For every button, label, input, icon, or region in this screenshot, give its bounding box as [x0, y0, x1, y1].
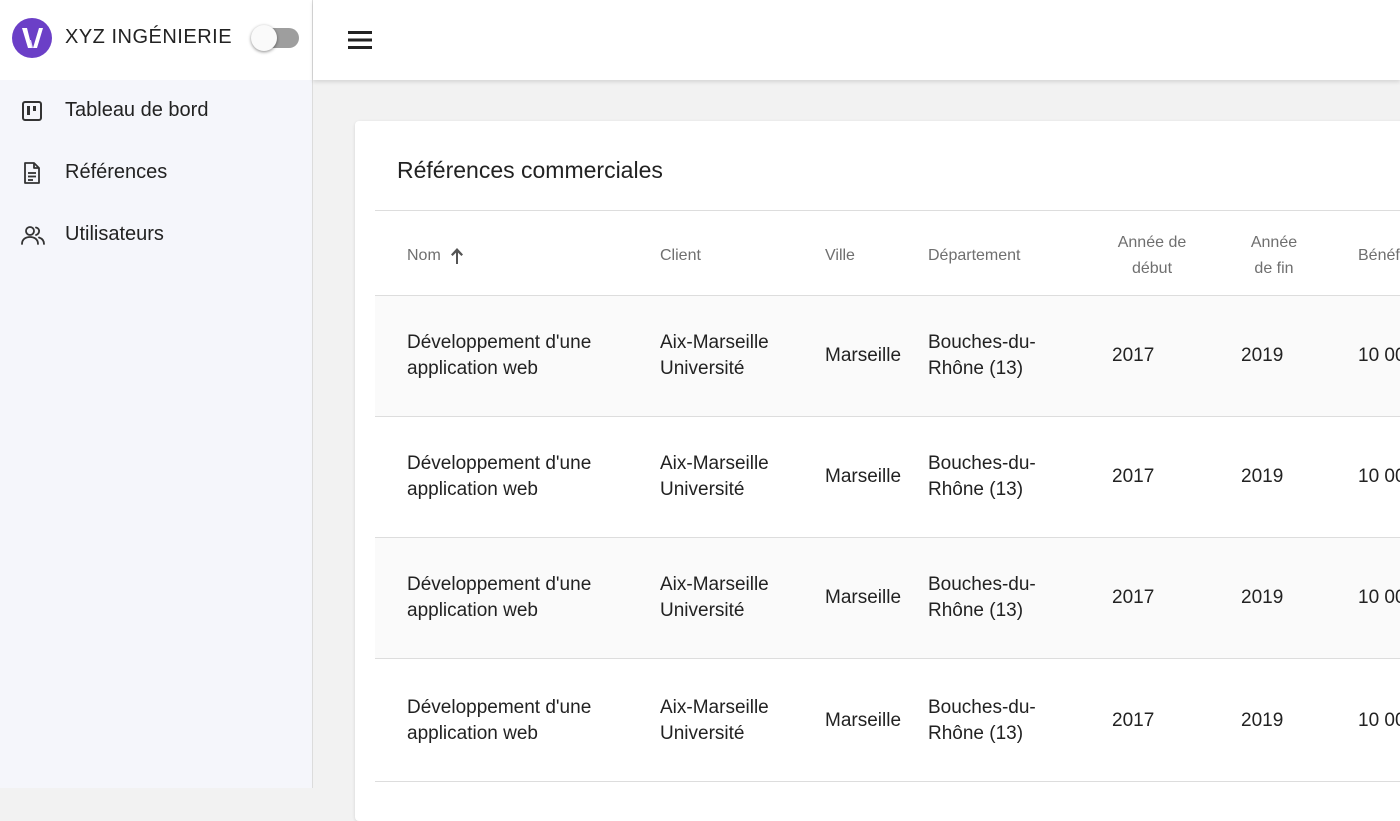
cell-line: application web: [407, 479, 538, 500]
cell-line: application web: [407, 723, 538, 744]
column-header-label: Nom: [407, 247, 441, 264]
cell-line: Université: [660, 358, 745, 379]
cell-line: Université: [660, 479, 745, 500]
column-header-annee-debut[interactable]: Année de début: [1105, 230, 1199, 282]
cell-annee-fin: 2019: [1241, 710, 1284, 731]
cell-annee-fin: 2019: [1241, 345, 1284, 366]
cell-annee-debut: 2017: [1112, 710, 1155, 731]
sidebar-item-label: Utilisateurs: [65, 223, 164, 245]
arrow-up-icon: [450, 247, 464, 265]
cell-line: Bouches-du-: [928, 453, 1036, 474]
cell-ville: Marseille: [825, 466, 902, 487]
cell-line: Bouches-du-: [928, 574, 1036, 595]
cell-departement: Bouches-du- Rhône (13): [928, 695, 1036, 747]
cell-line: Rhône (13): [928, 358, 1024, 379]
column-header-annee-fin[interactable]: Année de fin: [1235, 230, 1313, 282]
table-header: Nom Client Ville Département Année de dé…: [375, 210, 1400, 296]
column-header-label: début: [1131, 260, 1173, 277]
cell-annee-debut: 2017: [1112, 587, 1155, 608]
cell-line: Rhône (13): [928, 600, 1024, 621]
cell-benefice: 10 00: [1358, 587, 1400, 608]
cell-departement: Bouches-du- Rhône (13): [928, 451, 1036, 503]
brand-header: XYZ INGÉNIERIE: [0, 0, 312, 80]
cell-nom: Développement d'une application web: [407, 451, 591, 503]
hamburger-menu-icon[interactable]: [346, 28, 374, 52]
users-icon: [20, 223, 45, 247]
sidebar-item-label: Tableau de bord: [65, 99, 209, 121]
dashboard-icon: [20, 99, 44, 123]
table-row[interactable]: Développement d'une application web Aix-…: [375, 417, 1400, 538]
cell-line: Rhône (13): [928, 479, 1024, 500]
cell-line: Développement d'une: [407, 332, 592, 353]
cell-ville: Marseille: [825, 345, 902, 366]
sidebar-item-utilisateurs[interactable]: Utilisateurs: [0, 204, 312, 266]
cell-annee-fin: 2019: [1241, 466, 1284, 487]
cell-line: application web: [407, 600, 538, 621]
sidebar-item-references[interactable]: Références: [0, 142, 312, 204]
cell-line: Université: [660, 723, 745, 744]
column-header-client[interactable]: Client: [660, 243, 701, 269]
topbar: [313, 0, 1400, 80]
cell-line: Développement d'une: [407, 574, 592, 595]
column-header-label: de fin: [1254, 260, 1294, 277]
column-header-benefice[interactable]: Bénéf: [1358, 243, 1400, 269]
cell-benefice: 10 00: [1358, 345, 1400, 366]
cell-line: application web: [407, 358, 538, 379]
column-header-nom[interactable]: Nom: [407, 243, 464, 269]
card-title: Références commerciales: [397, 157, 663, 183]
table-row[interactable]: Développement d'une application web Aix-…: [375, 538, 1400, 659]
logo-v-icon: [12, 18, 52, 58]
brand-name: XYZ INGÉNIERIE: [65, 26, 233, 48]
cell-line: Aix-Marseille: [660, 332, 769, 353]
sidebar-item-tableau-de-bord[interactable]: Tableau de bord: [0, 80, 312, 142]
cell-line: Développement d'une: [407, 697, 592, 718]
cell-benefice: 10 00: [1358, 710, 1400, 731]
document-icon: [20, 161, 44, 185]
sidebar: XYZ INGÉNIERIE Tableau de bord Référence…: [0, 0, 313, 788]
cell-benefice: 10 00: [1358, 466, 1400, 487]
table-row[interactable]: Développement d'une application web Aix-…: [375, 659, 1400, 782]
cell-line: Aix-Marseille: [660, 574, 769, 595]
cell-line: Développement d'une: [407, 453, 592, 474]
cell-ville: Marseille: [825, 587, 902, 608]
cell-annee-debut: 2017: [1112, 466, 1155, 487]
cell-ville: Marseille: [825, 710, 902, 731]
cell-client: Aix-Marseille Université: [660, 572, 769, 624]
cell-line: Rhône (13): [928, 723, 1024, 744]
sidebar-nav: Tableau de bord Références Utilisateurs: [0, 80, 312, 266]
cell-departement: Bouches-du- Rhône (13): [928, 572, 1036, 624]
column-header-departement[interactable]: Département: [928, 243, 1021, 269]
cell-annee-debut: 2017: [1112, 345, 1155, 366]
cell-line: Aix-Marseille: [660, 697, 769, 718]
cell-nom: Développement d'une application web: [407, 695, 591, 747]
cell-nom: Développement d'une application web: [407, 330, 591, 382]
cell-line: Aix-Marseille: [660, 453, 769, 474]
references-table: Nom Client Ville Département Année de dé…: [375, 210, 1400, 782]
column-header-label: Année de: [1117, 234, 1187, 251]
table-row[interactable]: Développement d'une application web Aix-…: [375, 296, 1400, 417]
sidebar-item-label: Références: [65, 161, 168, 183]
cell-line: Bouches-du-: [928, 697, 1036, 718]
cell-client: Aix-Marseille Université: [660, 451, 769, 503]
cell-departement: Bouches-du- Rhône (13): [928, 330, 1036, 382]
cell-annee-fin: 2019: [1241, 587, 1284, 608]
cell-client: Aix-Marseille Université: [660, 330, 769, 382]
cell-line: Bouches-du-: [928, 332, 1036, 353]
cell-line: Université: [660, 600, 745, 621]
column-header-ville[interactable]: Ville: [825, 243, 855, 269]
references-card: Références commerciales Nom Client Ville…: [355, 121, 1400, 821]
cell-client: Aix-Marseille Université: [660, 695, 769, 747]
theme-toggle[interactable]: [251, 25, 299, 51]
column-header-label: Année: [1250, 234, 1298, 251]
toggle-knob[interactable]: [251, 25, 277, 51]
cell-nom: Développement d'une application web: [407, 572, 591, 624]
